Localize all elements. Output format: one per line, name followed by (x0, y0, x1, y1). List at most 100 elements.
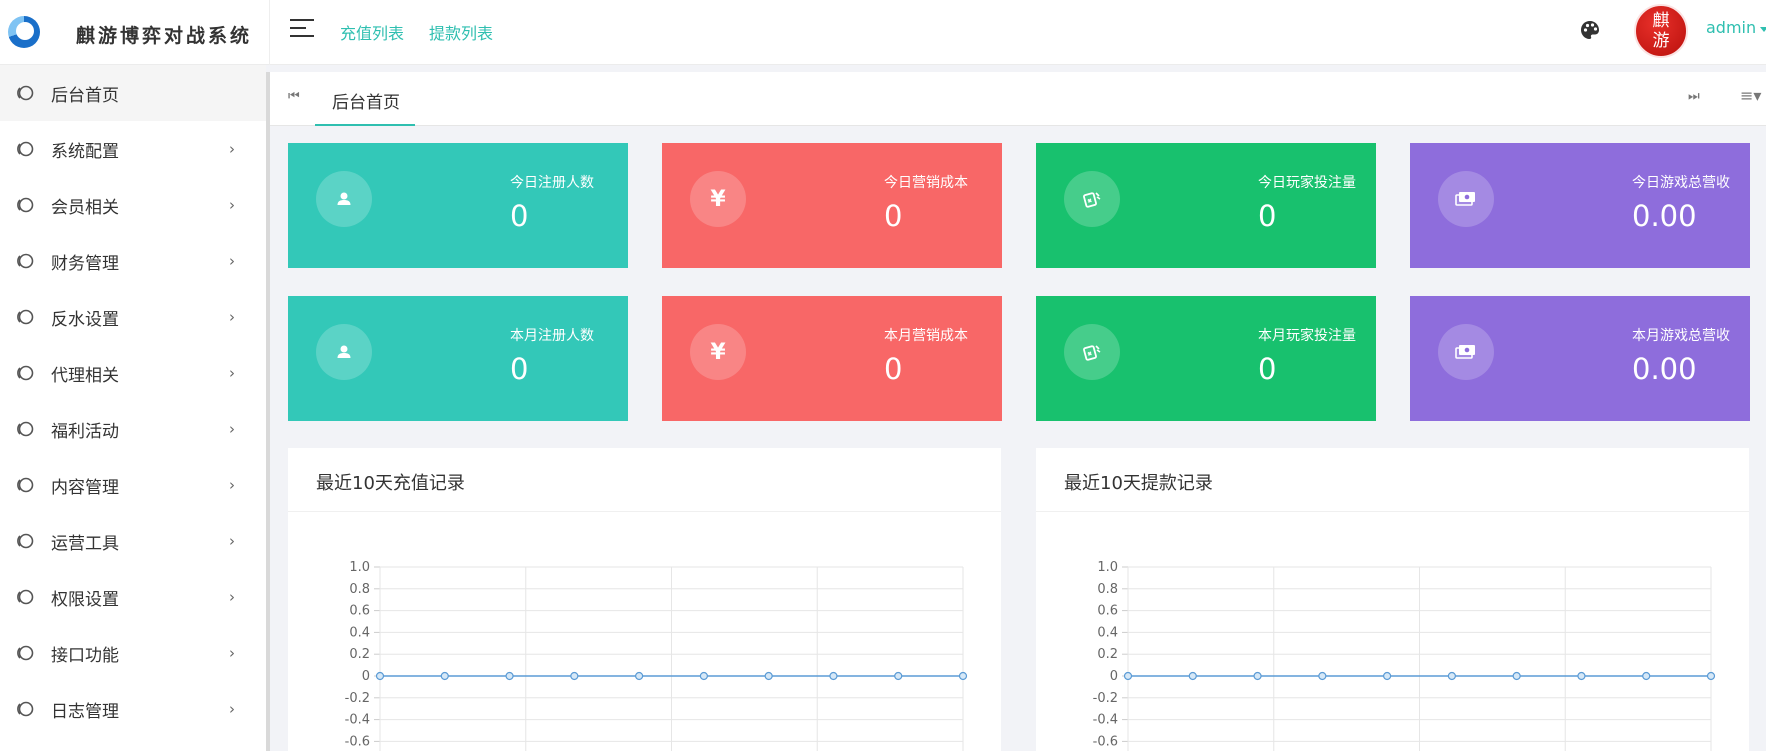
chevron-right-icon: › (229, 532, 235, 550)
sidebar-item-label: 接口功能 (51, 645, 119, 666)
sidebar-item-label: 会员相关 (51, 197, 119, 218)
circle-o-icon (17, 645, 34, 661)
chevron-right-icon: › (229, 308, 235, 326)
tab-scroll-left-icon[interactable]: ⏮ (288, 89, 300, 104)
data-point (1188, 671, 1197, 681)
chevron-right-icon: › (229, 140, 235, 158)
stat-card[interactable]: 今日玩家投注量 0 (1036, 143, 1376, 268)
circle-o-icon (17, 421, 34, 437)
withdraw-chart: 提款金额1.00.80.60.40.20-0.2-0.4-0.6 (1093, 560, 1716, 751)
sidebar-item[interactable]: 福利活动 › (0, 401, 266, 457)
top-header: 麒游博弈对战系统 充值列表 提款列表 麒游 admin (0, 0, 1766, 65)
y-tick-label: 0 (362, 669, 370, 684)
data-point (440, 671, 449, 681)
stat-card-title: 本月玩家投注量 (1258, 328, 1356, 344)
sidebar-item-label: 运营工具 (51, 533, 119, 554)
stat-card-title: 今日游戏总营收 (1632, 175, 1730, 191)
y-tick-label: -0.6 (345, 734, 370, 749)
sidebar-item[interactable]: 日志管理 › (0, 681, 266, 737)
chevron-right-icon: › (229, 252, 235, 270)
stat-card-title: 今日营销成本 (884, 175, 968, 191)
data-point (1642, 671, 1651, 681)
yen-icon: ¥ (690, 171, 746, 227)
money-icon (1438, 324, 1494, 380)
data-point (699, 671, 708, 681)
stat-card[interactable]: 今日游戏总营收 0.00 (1410, 143, 1750, 268)
y-tick-label: -0.4 (345, 713, 370, 728)
sidebar-item-label: 日志管理 (51, 701, 119, 722)
tab-home[interactable]: 后台首页 (315, 72, 415, 126)
data-point (1577, 671, 1586, 681)
recharge-panel: 最近10天充值记录 充值金额1.00.80.60.40.20-0.2-0.4-0… (288, 448, 1001, 751)
stat-card-value: 0.00 (1632, 199, 1697, 233)
data-point (894, 671, 903, 681)
tab-menu-icon[interactable]: ≡▾ (1740, 86, 1761, 105)
logo-area[interactable]: 麒游博弈对战系统 (0, 0, 270, 65)
circle-o-icon (17, 589, 34, 605)
app-title: 麒游博弈对战系统 (76, 25, 253, 47)
withdraw-panel: 最近10天提款记录 提款金额1.00.80.60.40.20-0.2-0.4-0… (1036, 448, 1749, 751)
sidebar-item[interactable]: 反水设置 › (0, 289, 266, 345)
stat-card-value: 0 (884, 199, 903, 233)
recharge-panel-header: 最近10天充值记录 (288, 448, 1001, 512)
y-tick-label: 0.2 (1097, 647, 1118, 662)
y-tick-label: 0.8 (349, 582, 370, 597)
circle-o-icon (17, 365, 34, 381)
stat-card[interactable]: ¥ 今日营销成本 0 (662, 143, 1002, 268)
top-link-withdraw-list[interactable]: 提款列表 (429, 20, 493, 44)
stat-card-title: 今日玩家投注量 (1258, 175, 1356, 191)
sidebar: 后台首页 系统配置 › 会员相关 › 财务管理 › 反水设置 › 代理相关 › 福利活动 › 内容管理 › 运… (0, 65, 266, 751)
circle-o-icon (17, 309, 34, 325)
sidebar-item-label: 系统配置 (51, 141, 119, 162)
stat-card-value: 0.00 (1632, 352, 1697, 386)
stat-card[interactable]: 本月游戏总营收 0.00 (1410, 296, 1750, 421)
user-name[interactable]: admin (1706, 18, 1756, 37)
sidebar-item[interactable]: 代理相关 › (0, 345, 266, 401)
stat-card-value: 0 (1258, 199, 1277, 233)
stat-card[interactable]: 本月注册人数 0 (288, 296, 628, 421)
data-point (1512, 671, 1521, 681)
recharge-panel-title: 最近10天充值记录 (316, 473, 465, 494)
sidebar-scrollbar[interactable] (266, 72, 270, 751)
circle-o-icon (17, 477, 34, 493)
circle-o-icon (17, 197, 34, 213)
data-point (505, 671, 514, 681)
sidebar-item[interactable]: 权限设置 › (0, 569, 266, 625)
stat-card[interactable]: 本月玩家投注量 0 (1036, 296, 1376, 421)
circle-o-icon (17, 701, 34, 717)
sidebar-item[interactable]: 运营工具 › (0, 513, 266, 569)
sidebar-item[interactable]: 财务管理 › (0, 233, 266, 289)
stat-card[interactable]: 今日注册人数 0 (288, 143, 628, 268)
data-point (1318, 671, 1327, 681)
y-tick-label: -0.2 (345, 691, 370, 706)
y-tick-label: 0.6 (349, 604, 370, 619)
avatar[interactable]: 麒游 (1634, 4, 1688, 58)
tab-home-label: 后台首页 (332, 93, 400, 113)
sidebar-item[interactable]: 会员相关 › (0, 177, 266, 233)
tab-scroll-right-icon[interactable]: ⏭ (1688, 89, 1700, 104)
y-tick-label: 0.6 (1097, 604, 1118, 619)
circle-o-icon (17, 533, 34, 549)
sidebar-item[interactable]: 内容管理 › (0, 457, 266, 513)
chevron-right-icon: › (229, 644, 235, 662)
tabs-bar: ⏮ 后台首页 ⏭ ≡▾ (270, 72, 1766, 126)
recharge-chart: 充值金额1.00.80.60.40.20-0.2-0.4-0.6 (345, 560, 968, 751)
sidebar-item[interactable]: 系统配置 › (0, 121, 266, 177)
sidebar-item[interactable]: 后台首页 (0, 65, 266, 121)
y-tick-label: 0.8 (1097, 582, 1118, 597)
top-link-recharge-list[interactable]: 充值列表 (340, 20, 404, 44)
sidebar-item[interactable]: 接口功能 › (0, 625, 266, 681)
stat-card[interactable]: ¥ 本月营销成本 0 (662, 296, 1002, 421)
sidebar-item-label: 权限设置 (51, 589, 119, 610)
chevron-down-icon[interactable] (1760, 27, 1766, 32)
logo-icon (8, 16, 40, 48)
withdraw-panel-title: 最近10天提款记录 (1064, 473, 1213, 494)
data-point (1706, 671, 1716, 681)
money-icon (1438, 171, 1494, 227)
palette-icon[interactable] (1580, 20, 1600, 40)
menu-toggle-icon[interactable] (290, 19, 314, 41)
y-tick-label: -0.2 (1093, 691, 1118, 706)
y-tick-label: -0.4 (1093, 713, 1118, 728)
chevron-right-icon: › (229, 588, 235, 606)
stat-card-title: 本月营销成本 (884, 328, 968, 344)
